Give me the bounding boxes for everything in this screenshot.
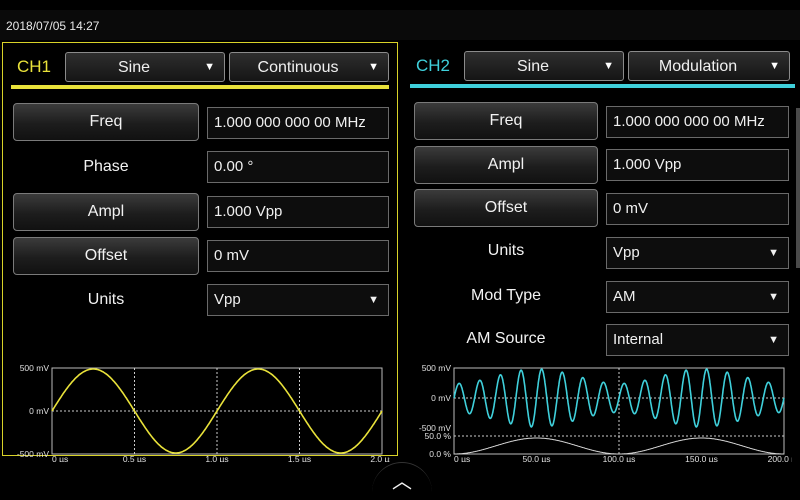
ch2-freq-button[interactable]: Freq: [414, 102, 598, 140]
ch1-waveform-preview: 500 mV 0 mV -500 mV 0 µs 0.5 µs 1.0 µs 1.5 µs 2…: [6, 358, 390, 462]
ch1-waveform-svg: 500 mV 0 mV -500 mV 0 µs 0.5 µs 1.0 µs 1.5 µs 2…: [17, 363, 390, 462]
ch2-mode-dropdown[interactable]: Modulation ▼: [628, 51, 790, 81]
ch2-freq-field[interactable]: 1.000 000 000 00 MHz: [606, 106, 789, 138]
ch1-phase-field[interactable]: 0.00 °: [207, 151, 389, 183]
ch1-phase-label: Phase: [83, 158, 129, 175]
chevron-down-icon: ▼: [768, 247, 779, 259]
y-tick-label: 500 mV: [422, 363, 452, 373]
x-tick-label: 200.0 µs: [768, 454, 792, 462]
x-tick-label: 1.0 µs: [205, 454, 228, 462]
ch2-modtype-label: Mod Type: [471, 287, 541, 304]
ch1-underline: [11, 85, 389, 89]
ch2-amsource-dropdown[interactable]: Internal ▼: [606, 324, 789, 356]
ch2-amsource-label: AM Source: [466, 330, 546, 347]
ch1-ampl-field[interactable]: 1.000 Vpp: [207, 196, 389, 228]
datetime: 2018/07/05 14:27: [6, 19, 100, 33]
ch2-modtype-dropdown[interactable]: AM ▼: [606, 281, 789, 313]
ch1-offset-button[interactable]: Offset: [13, 237, 199, 275]
chevron-down-icon: ▼: [368, 294, 379, 306]
ch2-offset-field[interactable]: 0 mV: [606, 193, 789, 225]
ch1-freq-button[interactable]: Freq: [13, 103, 199, 141]
ch1-waveform-dropdown[interactable]: Sine ▼: [65, 52, 225, 82]
expand-panel-tab[interactable]: ︿: [372, 462, 432, 493]
ch2-modtype-value: AM: [613, 288, 636, 305]
chevron-down-icon: ▼: [768, 334, 779, 346]
ch1-units-label: Units: [87, 291, 125, 308]
ch2-waveform-preview: 500 mV 0 mV -500 mV 50.0 % 0.0 % 0 µs 50.0 µs 1…: [410, 358, 792, 462]
ch2-amsource-value: Internal: [613, 331, 664, 348]
ch2-offset-button[interactable]: Offset: [414, 189, 598, 227]
ch1-units-value: Vpp: [214, 291, 241, 308]
x-tick-label: 0.5 µs: [123, 454, 146, 462]
x-tick-label: 50.0 µs: [522, 454, 550, 462]
ch1-ampl-button[interactable]: Ampl: [13, 193, 199, 231]
ch2-ampl-button[interactable]: Ampl: [414, 146, 598, 184]
ch2-units-dropdown[interactable]: Vpp ▼: [606, 237, 789, 269]
x-tick-label: 150.0 µs: [685, 454, 718, 462]
x-tick-label: 100.0 µs: [603, 454, 636, 462]
ch2-units-value: Vpp: [613, 244, 640, 261]
ch1-waveform-value: Sine: [117, 59, 151, 76]
ch2-ampl-field[interactable]: 1.000 Vpp: [606, 149, 789, 181]
ch1-freq-field[interactable]: 1.000 000 000 00 MHz: [207, 107, 389, 139]
ch2-label[interactable]: CH2: [416, 56, 450, 76]
ch1-mode-value: Continuous: [257, 59, 339, 76]
y-tick-label: 0 mV: [29, 406, 49, 416]
ch2-waveform-dropdown[interactable]: Sine ▼: [464, 51, 624, 81]
ch2-waveform-svg: 500 mV0 mV-500 mV50.0 %0.0 % 0 µs 50.0 µs 1…: [419, 363, 792, 462]
chevron-down-icon: ▼: [368, 61, 379, 73]
y-tick-label: 500 mV: [20, 363, 50, 373]
x-tick-label: 1.5 µs: [288, 454, 311, 462]
y-tick-label: 0.0 %: [429, 449, 451, 459]
y-tick-label: 50.0 %: [425, 431, 452, 441]
chevron-down-icon: ▼: [769, 60, 780, 72]
ch1-units-dropdown[interactable]: Vpp ▼: [207, 284, 389, 316]
ch2-mode-value: Modulation: [658, 58, 738, 75]
chevron-up-icon: ︿: [392, 471, 412, 493]
x-tick-label: 0 µs: [454, 454, 470, 462]
y-tick-label: -500 mV: [17, 449, 49, 459]
status-bar: 2018/07/05 14:27: [0, 10, 800, 40]
chevron-down-icon: ▼: [603, 60, 614, 72]
scrollbar[interactable]: [796, 108, 800, 268]
ch2-units-label: Units: [487, 242, 525, 259]
y-tick-label: 0 mV: [431, 393, 451, 403]
ch2-underline: [410, 84, 795, 88]
ch1-label[interactable]: CH1: [17, 57, 51, 77]
ch1-mode-dropdown[interactable]: Continuous ▼: [229, 52, 389, 82]
x-tick-label: 0 µs: [52, 454, 68, 462]
x-tick-label: 2.0 µs: [370, 454, 390, 462]
ch2-waveform-value: Sine: [516, 58, 550, 75]
chevron-down-icon: ▼: [204, 61, 215, 73]
chevron-down-icon: ▼: [768, 291, 779, 303]
ch1-offset-field[interactable]: 0 mV: [207, 240, 389, 272]
